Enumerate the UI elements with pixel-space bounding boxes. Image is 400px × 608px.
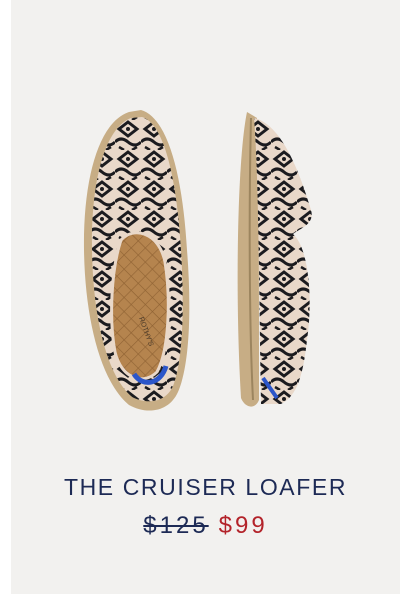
product-card[interactable]: ROTHY'S THE CRUISER LOAFER $125 $99 <box>11 0 400 594</box>
product-image[interactable]: ROTHY'S <box>11 0 400 455</box>
right-shoe-side-view <box>237 112 312 407</box>
price-block: $125 $99 <box>11 512 400 540</box>
product-name[interactable]: THE CRUISER LOAFER <box>11 474 400 501</box>
left-shoe-top-view: ROTHY'S <box>83 110 190 411</box>
original-price: $125 <box>143 512 209 539</box>
loafer-product-photo: ROTHY'S <box>83 110 312 411</box>
sale-price: $99 <box>218 512 268 539</box>
